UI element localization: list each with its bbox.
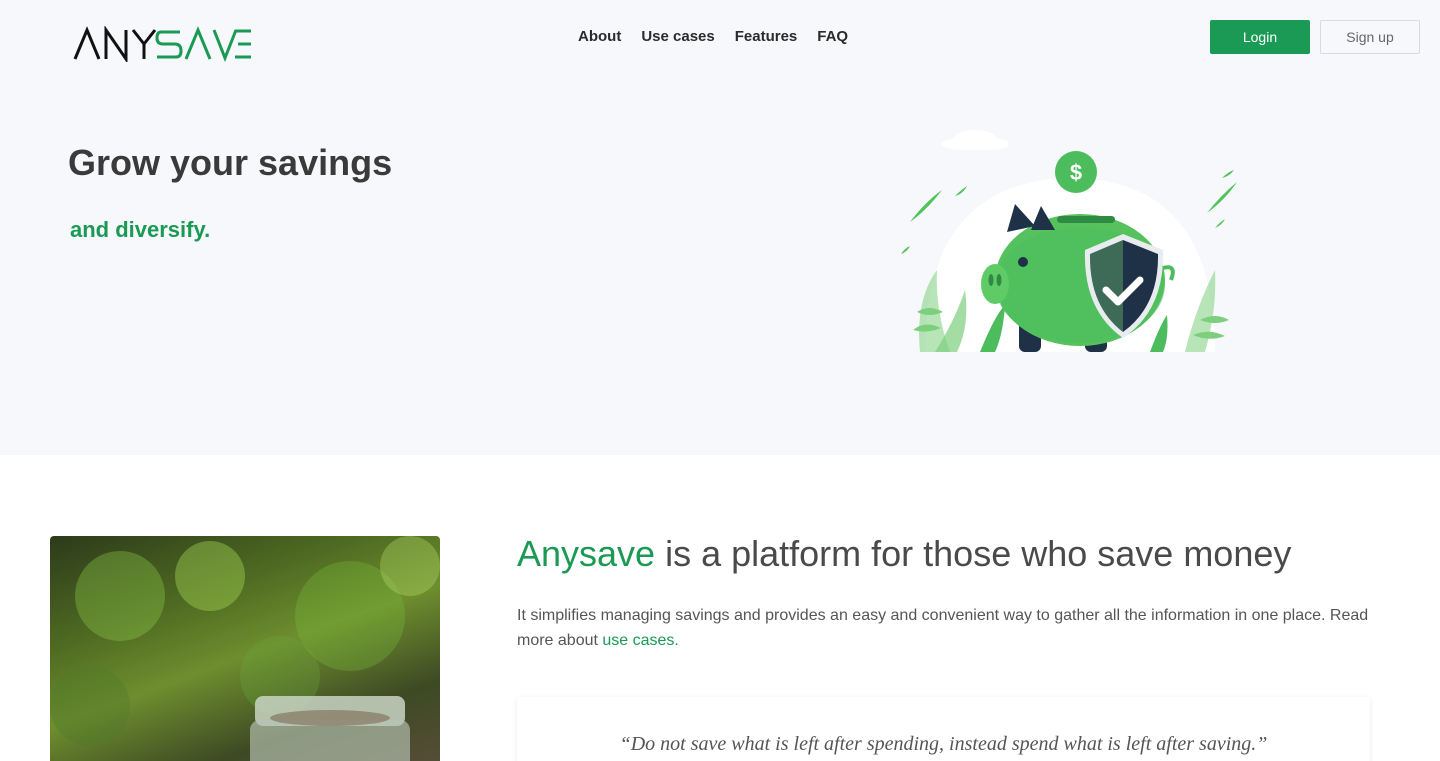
nav-item-use-cases[interactable]: Use cases <box>641 27 714 47</box>
login-button[interactable]: Login <box>1210 20 1310 54</box>
about-title-brand: Anysave <box>517 533 656 574</box>
about-description: It simplifies managing savings and provi… <box>517 603 1377 653</box>
main-nav: About Use cases Features FAQ <box>578 27 848 47</box>
nav-item-faq[interactable]: FAQ <box>817 27 848 47</box>
cloud-icon <box>941 130 1009 150</box>
quote-text: “Do not save what is left after spending… <box>619 733 1268 755</box>
anysave-logo[interactable] <box>73 26 253 62</box>
signup-button[interactable]: Sign up <box>1320 20 1420 54</box>
coin-jar-photo <box>50 536 440 761</box>
svg-text:$: $ <box>1070 160 1082 185</box>
dollar-coin-icon: $ <box>1055 151 1097 193</box>
about-title-rest: is a platform for those who save money <box>655 533 1292 574</box>
quote-card: “Do not save what is left after spending… <box>517 697 1370 761</box>
hero-subtitle: and diversify. <box>70 217 211 242</box>
anysave-logo-icon <box>73 26 251 62</box>
nav-item-features[interactable]: Features <box>735 27 798 47</box>
use-cases-link[interactable]: use cases. <box>602 632 678 649</box>
piggy-bank-shield-illustration: $ <box>895 120 1245 360</box>
nav-item-about[interactable]: About <box>578 27 621 47</box>
about-title: Anysave is a platform for those who save… <box>517 532 1291 576</box>
hero-title: Grow your savings <box>68 142 393 183</box>
